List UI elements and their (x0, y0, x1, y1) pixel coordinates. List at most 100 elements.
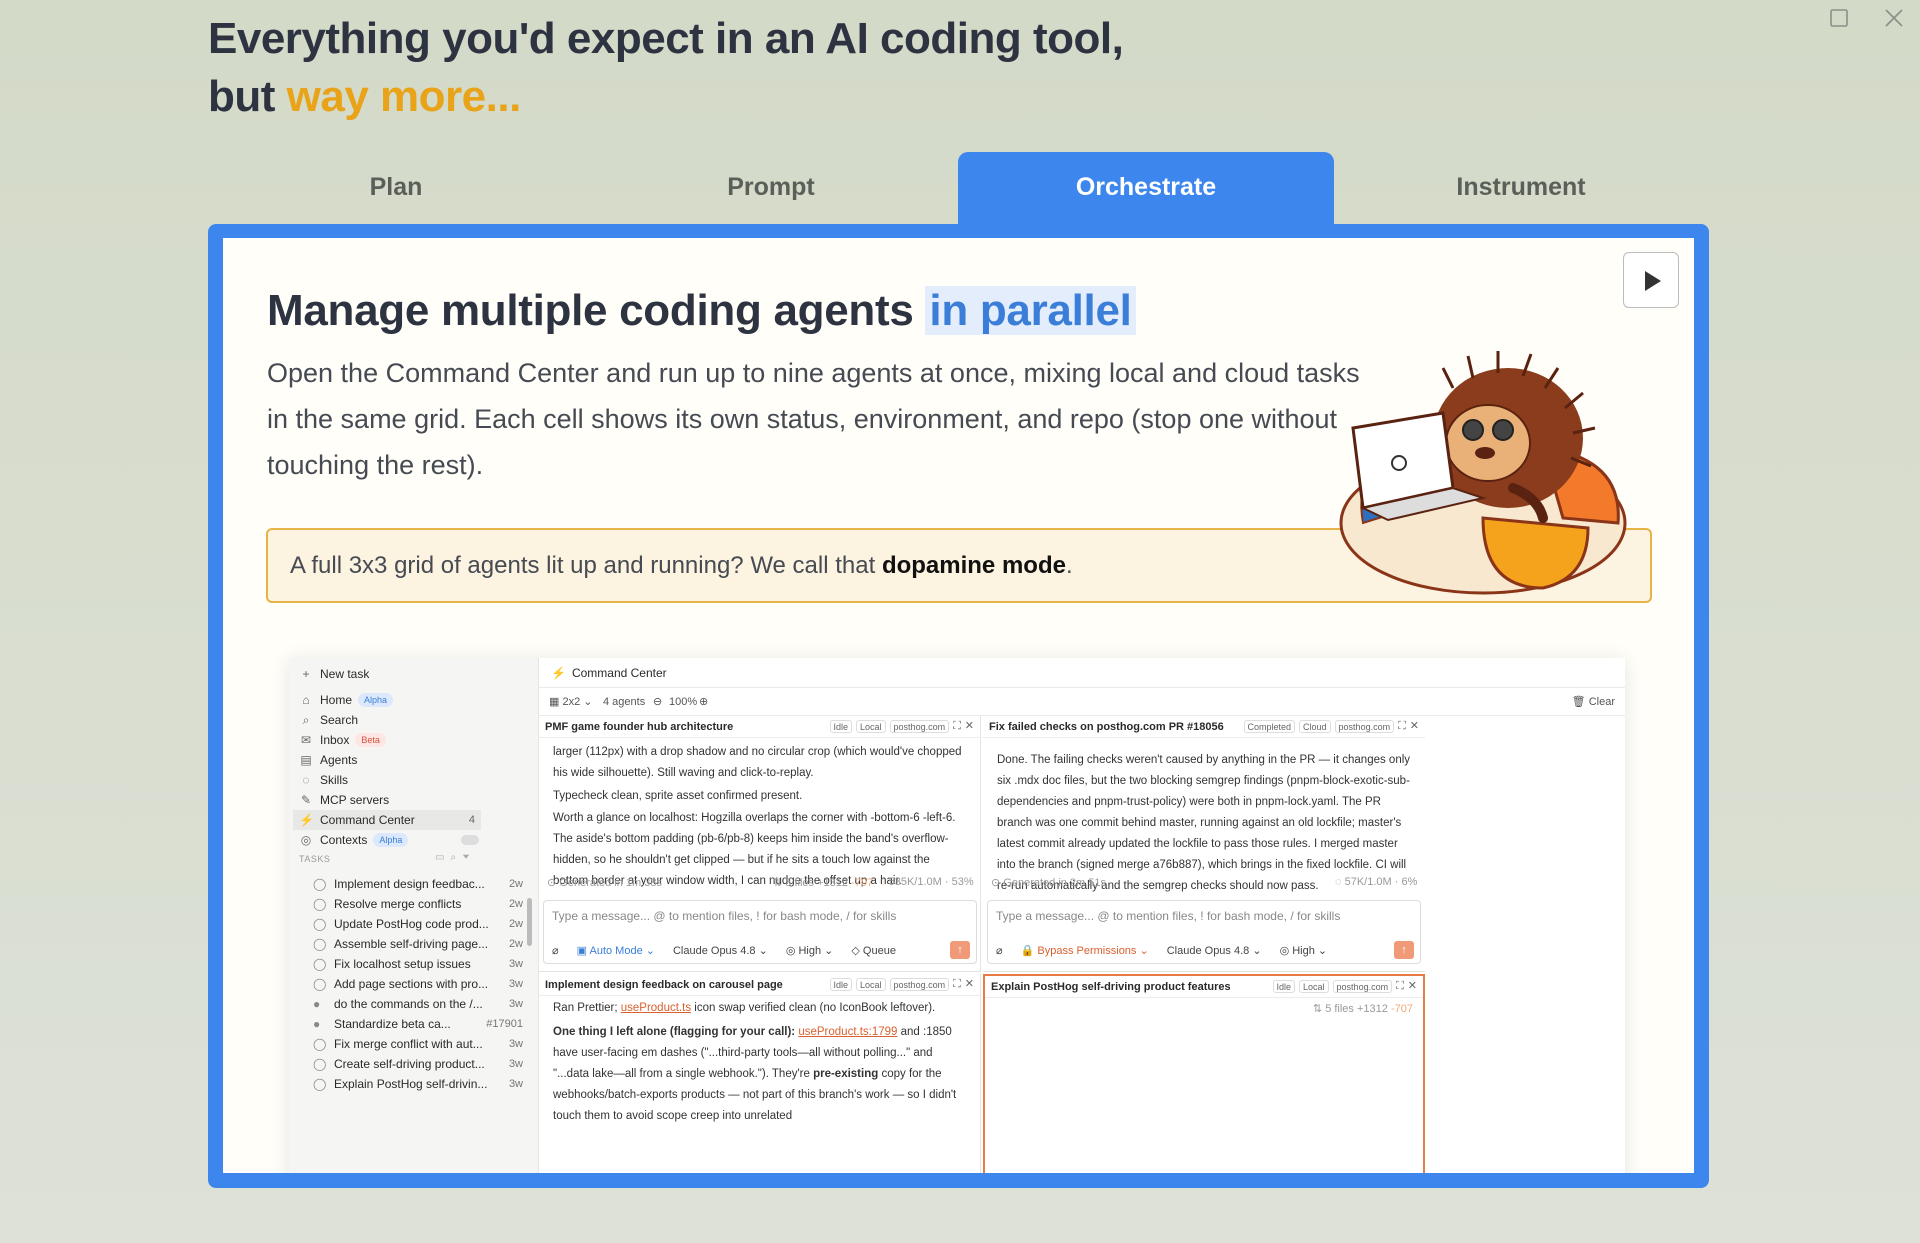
agents-icon: ▤ (300, 753, 312, 767)
task-title: Update PostHog code prod... (334, 917, 489, 931)
cell-title: Implement design feedback on carousel pa… (545, 979, 783, 991)
task-status-icon: ◯ (313, 1037, 327, 1051)
diff-icon: ⇅ (1312, 1003, 1323, 1015)
environment-badge: Local (1299, 980, 1329, 993)
list-item[interactable]: ◯ Implement design feedbac... 2w (313, 874, 523, 894)
sidebar-item-inbox[interactable]: ✉ Inbox Beta (299, 730, 386, 750)
close-icon[interactable] (1884, 8, 1904, 33)
message-input[interactable]: Type a message... @ to mention files, ! … (987, 900, 1421, 964)
sidebar-item-command-center[interactable]: ⚡ Command Center 4 (293, 810, 481, 830)
expand-icon[interactable]: ⛶ (1396, 980, 1404, 993)
sidebar-item-search[interactable]: ⌕ Search (299, 710, 358, 730)
environment-badge: Cloud (1299, 720, 1331, 733)
list-item[interactable]: ◯ Fix merge conflict with aut... 3w (313, 1034, 523, 1054)
model-select[interactable]: Claude Opus 4.8 ⌄ (673, 944, 768, 957)
effort-value: High (798, 945, 822, 957)
expand-icon[interactable]: ⛶ (953, 720, 961, 733)
attach-icon[interactable]: ⌀ (552, 944, 559, 957)
close-icon[interactable]: ✕ (1408, 980, 1417, 993)
cell-header: Implement design feedback on carousel pa… (539, 974, 980, 996)
sidebar-item-label: Command Center (320, 813, 415, 827)
tasks-section-actions[interactable]: ▭⌕⏷ (435, 852, 476, 863)
send-button[interactable]: ↑ (1394, 941, 1414, 959)
close-icon[interactable]: ✕ (965, 978, 974, 991)
file-link[interactable]: useProduct.ts:1799 (798, 1026, 897, 1038)
mode-select[interactable]: ▣ Auto Mode ⌄ (577, 944, 655, 957)
play-button[interactable] (1623, 252, 1679, 308)
close-icon[interactable]: ✕ (965, 720, 974, 733)
task-title: Resolve merge conflicts (334, 897, 462, 911)
file-link[interactable]: useProduct.ts (621, 1002, 691, 1014)
agent-cell-1[interactable]: PMF game founder hub architecture Idle Lo… (539, 716, 981, 972)
generation-time-value: Generated in 1m 38s (559, 877, 663, 889)
zoom-out-icon[interactable]: ⊖ (653, 688, 662, 716)
plus-icon: + (302, 667, 310, 681)
sidebar-item-agents[interactable]: ▤ Agents (299, 750, 357, 770)
cell-header: PMF game founder hub architecture Idle Lo… (539, 716, 980, 738)
close-icon[interactable]: ✕ (1410, 720, 1419, 733)
cloud-task-icon: ● (313, 997, 321, 1011)
maximize-icon[interactable] (1830, 8, 1848, 32)
grid-layout-select[interactable]: ▦ 2x2 ⌄ (549, 688, 593, 716)
agent-message: larger (112px) with a drop shadow and no… (553, 746, 962, 779)
agent-cell-2[interactable]: Fix failed checks on posthog.com PR #180… (983, 716, 1425, 972)
clock-icon: ⊙ (991, 877, 1001, 889)
panel-title-prefix: Manage multiple coding agents (267, 286, 926, 335)
repo-badge: posthog.com (1334, 720, 1395, 733)
clock-icon: ⊙ (547, 877, 557, 889)
sidebar-scrollbar[interactable] (527, 898, 532, 946)
list-item[interactable]: ◯ Update PostHog code prod... 2w (313, 914, 523, 934)
list-item[interactable]: ◯ Assemble self-driving page... 2w (313, 934, 523, 954)
task-pr-number: #17901 (486, 1018, 523, 1030)
task-title: Add page sections with pro... (334, 977, 489, 991)
cloud-task-icon: ● (313, 1017, 321, 1031)
send-button[interactable]: ↑ (950, 941, 970, 959)
expand-icon[interactable]: ⛶ (1398, 720, 1406, 733)
queue-button[interactable]: ◇ Queue (851, 944, 896, 957)
model-select[interactable]: Claude Opus 4.8 ⌄ (1167, 944, 1262, 957)
clear-button[interactable]: 🗑 Clear (1572, 688, 1615, 716)
message-bold: pre-existing (813, 1068, 879, 1080)
inbox-icon: ✉ (300, 733, 312, 747)
sidebar-item-home[interactable]: ⌂ Home Alpha (299, 690, 394, 710)
expand-icon[interactable]: ⛶ (953, 978, 961, 991)
sidebar-item-label: Search (320, 713, 359, 727)
sidebar-item-skills[interactable]: ◌ Skills (299, 770, 348, 790)
list-item[interactable]: ◯ Explain PostHog self-drivin... 3w (313, 1074, 523, 1094)
list-item[interactable]: ◯ Resolve merge conflicts 2w (313, 894, 523, 914)
grid-layout-value: 2x2 (562, 696, 581, 708)
list-item[interactable]: ● do the commands on the /... 3w (313, 994, 523, 1014)
sidebar-item-mcp-servers[interactable]: ✎ MCP servers (299, 790, 389, 810)
sidebar-item-contexts[interactable]: ◎ Contexts Alpha (299, 830, 479, 850)
list-item[interactable]: ● Standardize beta ca... #17901 (313, 1014, 523, 1034)
mode-select[interactable]: 🔒 Bypass Permissions ⌄ (1021, 944, 1149, 957)
page-title: Command Center (571, 666, 667, 680)
list-item[interactable]: ◯ Create self-driving product... 3w (313, 1054, 523, 1074)
agent-cell-4[interactable]: Explain PostHog self-driving product fea… (983, 974, 1425, 1173)
effort-select[interactable]: ◎ High ⌄ (1280, 944, 1328, 957)
new-task-button[interactable]: + New task (299, 664, 369, 684)
hero-line-2: but way more... (208, 68, 1123, 126)
task-title: do the commands on the /... (334, 997, 483, 1011)
task-status-icon: ◯ (313, 957, 327, 971)
task-status-icon: ◯ (313, 1057, 327, 1071)
task-status-icon: ◯ (313, 897, 327, 911)
contexts-toggle[interactable] (461, 835, 479, 845)
attach-icon[interactable]: ⌀ (996, 944, 1003, 957)
home-icon: ⌂ (302, 693, 310, 707)
token-usage: ◌ 535K/1.0M · 53% (879, 876, 974, 888)
lightning-icon: ⚡ (551, 666, 566, 680)
message-input[interactable]: Type a message... @ to mention files, ! … (543, 900, 977, 964)
zoom-in-icon[interactable]: ⊕ (699, 688, 708, 716)
list-item[interactable]: ◯ Add page sections with pro... 3w (313, 974, 523, 994)
sidebar-item-label: MCP servers (320, 793, 390, 807)
command-center-header: ⚡ Command Center (539, 658, 1625, 688)
task-title: Fix merge conflict with aut... (334, 1037, 483, 1051)
task-title: Assemble self-driving page... (334, 937, 489, 951)
play-icon (1645, 271, 1661, 291)
effort-select[interactable]: ◎ High ⌄ (786, 944, 834, 957)
agent-cell-3[interactable]: Implement design feedback on carousel pa… (539, 974, 981, 1173)
list-item[interactable]: ◯ Fix localhost setup issues 3w (313, 954, 523, 974)
task-status-icon: ◯ (313, 977, 327, 991)
progress-ring-icon: ◌ (879, 876, 886, 888)
